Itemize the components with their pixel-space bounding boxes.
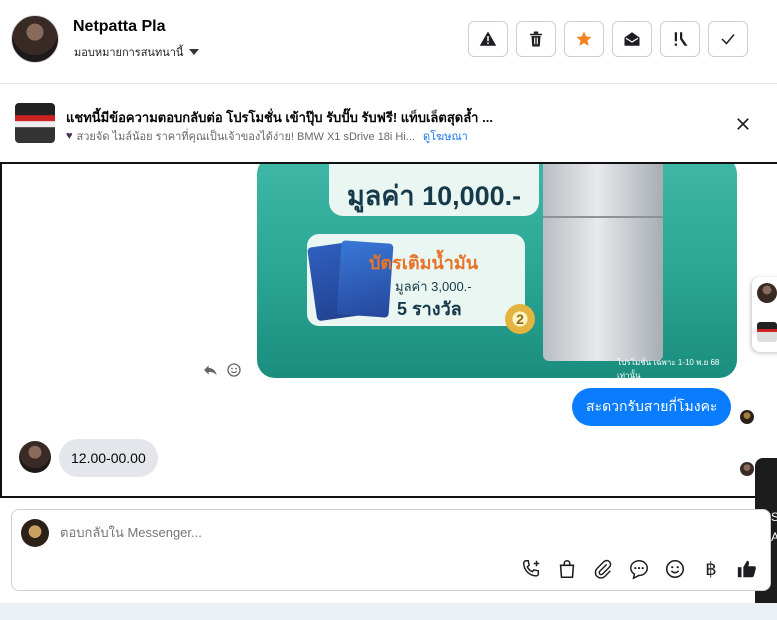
fridge-graphic [543,164,663,361]
header-actions [468,21,748,57]
saved-reply-icon[interactable] [628,558,650,580]
warning-icon [479,31,497,46]
report-button[interactable] [468,21,508,57]
caret-down-icon [189,49,200,55]
thumbs-up-icon[interactable] [736,558,758,580]
image-fine-print: โปรโมชั่น เฉพาะ 1-10 พ.ย 68 เท่านั้น [617,358,720,378]
call-add-icon[interactable] [520,558,542,580]
image-card-count: 5 รางวัล [397,299,462,319]
ad-reply-banner: แชทนี้มีข้อความตอบกลับต่อ โปรโมชั่น เข้า… [0,85,777,162]
conversation-header: Netpatta Pla มอบหมายการสนทนานี้ [0,0,777,84]
medal-graphic: 2 [505,304,535,334]
message-composer: ฿ [11,509,771,591]
page-avatar [21,519,49,547]
image-card-title: บัตรเติมน้ำมัน [369,253,479,273]
react-emoji-icon[interactable] [226,362,242,378]
message-actions [202,362,242,378]
page-footer-strip [0,603,777,620]
mark-unread-button[interactable] [612,21,652,57]
heart-icon: ♥ [66,130,73,142]
promotion-image-message[interactable]: มูลค่า 10,000.- บัตรเติมน้ำมัน มูลค่า 3,… [257,164,737,378]
seen-avatar [740,462,754,476]
sender-avatar[interactable] [19,441,51,473]
reply-input[interactable] [60,525,560,540]
important-icon [674,32,688,46]
message-thread[interactable]: มูลค่า 10,000.- บัตรเติมน้ำมัน มูลค่า 3,… [0,162,777,498]
outgoing-message[interactable]: สะดวกรับสายกี่โมงคะ [572,388,732,426]
contact-name[interactable]: Netpatta Pla [73,18,165,36]
ad-title: แชทนี้มีข้อความตอบกลับต่อ โปรโมชั่น เข้า… [66,110,493,125]
ad-subtitle-row: ♥ สวยจัด ไมล์น้อย ราคาที่คุณเป็นเจ้าของไ… [66,127,468,145]
attachment-icon[interactable] [592,558,614,580]
check-icon [721,34,735,45]
delete-button[interactable] [516,21,556,57]
ad-subtitle: สวยจัด ไมล์น้อย ราคาที่คุณเป็นเจ้าของได้… [76,131,415,143]
done-button[interactable] [708,21,748,57]
reply-icon[interactable] [202,362,218,378]
payment-icon[interactable]: ฿ [700,559,722,580]
fridge-door-line [543,216,663,218]
ad-thumbnail[interactable] [15,103,55,143]
incoming-message[interactable]: 12.00-00.00 [59,439,158,477]
view-ad-link[interactable]: ดูโฆษณา [423,127,468,145]
seen-avatar [740,410,754,424]
trash-icon [530,31,542,47]
envelope-open-icon [624,32,640,46]
image-top-text: มูลค่า 10,000.- [347,181,522,211]
assign-label: มอบหมายการสนทนานี้ [74,47,184,59]
composer-tools: ฿ [520,558,758,580]
shopping-bag-icon[interactable] [556,558,578,580]
messenger-conversation-view: Netpatta Pla มอบหมายการสนทนานี้ แชทนี้มี… [0,0,777,620]
chat-head-avatar[interactable] [757,322,777,342]
follow-up-button[interactable] [660,21,700,57]
side-popup-text: S [771,510,777,524]
emoji-icon[interactable] [664,558,686,580]
star-button[interactable] [564,21,604,57]
medal-number: 2 [516,311,524,327]
close-icon[interactable] [734,115,752,133]
assign-conversation-dropdown[interactable]: มอบหมายการสนทนานี้ [74,43,200,61]
chat-head-avatar[interactable] [757,283,777,303]
side-popup-text: A [771,530,777,544]
star-icon [576,31,592,46]
contact-avatar[interactable] [11,15,59,63]
